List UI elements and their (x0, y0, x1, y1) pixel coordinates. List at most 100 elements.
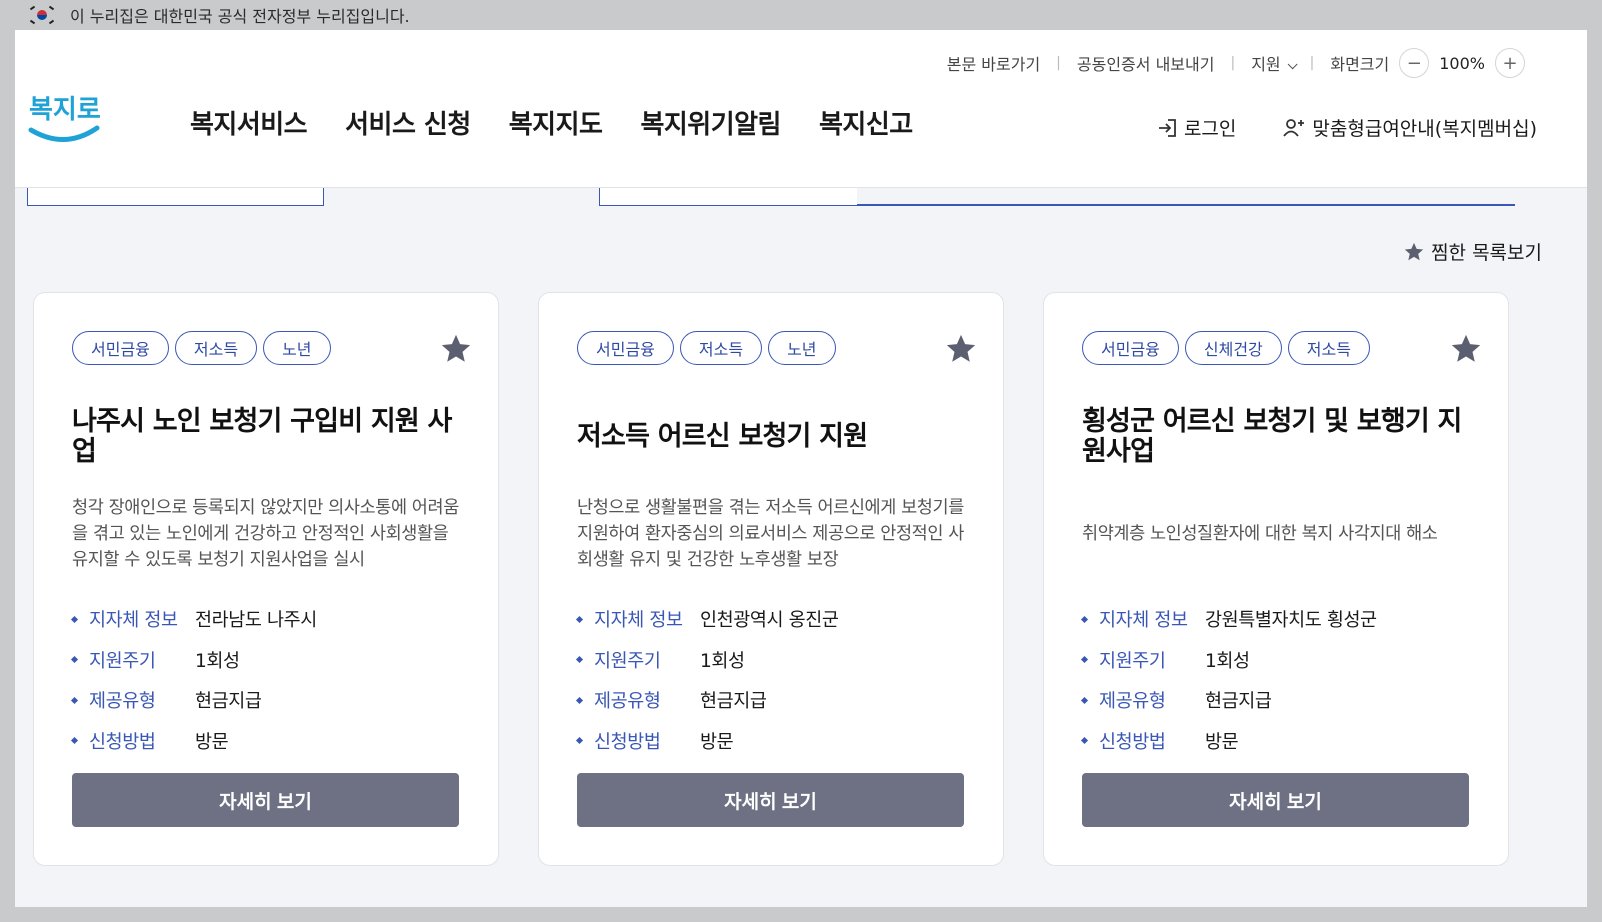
card-desc-wrap: 취약계층 노인성질환자에 대한 복지 사각지대 해소 (1082, 493, 1470, 575)
korea-flag-icon (29, 5, 55, 25)
nav-welfare-map[interactable]: 복지지도 (509, 104, 603, 141)
zoom-in-button[interactable]: + (1495, 48, 1525, 78)
info-value: 방문 (700, 731, 734, 753)
tag[interactable]: 서민금융 (1082, 331, 1179, 365)
info-row: 지원주기 1회성 (70, 640, 460, 681)
bullet-icon (70, 696, 79, 704)
tab-middle[interactable] (599, 188, 857, 206)
tag[interactable]: 서민금융 (577, 331, 674, 365)
bullet-icon (575, 656, 584, 664)
bullet-icon (575, 696, 584, 704)
star-icon (1451, 334, 1481, 362)
info-row: 신청방법 방문 (1080, 721, 1470, 762)
card-title-wrap: 나주시 노인 보청기 구입비 지원 사업 (72, 399, 460, 475)
gov-banner-text[interactable]: 이 누리집은 대한민국 공식 전자정부 누리집입니다. (70, 3, 410, 27)
nav-service-apply[interactable]: 서비스 신청 (345, 104, 471, 141)
view-detail-button[interactable]: 자세히 보기 (1082, 773, 1469, 827)
info-row: 지원주기 1회성 (1080, 640, 1470, 681)
favorite-star-button[interactable] (438, 331, 474, 367)
tag[interactable]: 저소득 (174, 331, 258, 365)
chevron-down-icon (1287, 59, 1298, 70)
card-title[interactable]: 횡성군 어르신 보청기 및 보행기 지원사업 (1082, 407, 1470, 467)
card-title[interactable]: 저소득 어르신 보청기 지원 (577, 422, 868, 452)
card-title-wrap: 횡성군 어르신 보청기 및 보행기 지원사업 (1082, 399, 1470, 475)
support-dropdown[interactable]: 지원 (1251, 51, 1298, 75)
info-key: 신청방법 (594, 731, 661, 753)
main-nav: 복지서비스 서비스 신청 복지지도 복지위기알림 복지신고 (190, 104, 951, 141)
service-card-list: 서민금융 저소득 노년 나주시 노인 보청기 구입비 지원 사업 청각 장애인으… (33, 292, 1509, 866)
info-key: 신청방법 (89, 731, 156, 753)
tag[interactable]: 저소득 (1287, 331, 1370, 365)
star-icon (1404, 242, 1424, 260)
nav-crisis-alert[interactable]: 복지위기알림 (640, 104, 781, 141)
user-add-icon (1283, 118, 1305, 137)
info-value: 방문 (195, 731, 229, 753)
info-row: 신청방법 방문 (575, 721, 965, 762)
star-icon (441, 334, 471, 362)
skip-to-content-link[interactable]: 본문 바로가기 (947, 51, 1040, 75)
support-label: 지원 (1251, 55, 1281, 74)
info-key: 지자체 정보 (89, 610, 178, 632)
card-info: 지자체 정보 강원특별자치도 횡성군 지원주기 1회성 제공유형 현금지급 신청방법 방… (1080, 599, 1470, 762)
info-value: 1회성 (700, 650, 745, 672)
view-detail-button[interactable]: 자세히 보기 (72, 773, 459, 827)
info-row: 지자체 정보 전라남도 나주시 (70, 599, 460, 640)
favorite-star-button[interactable] (943, 331, 979, 367)
bullet-icon (1080, 656, 1089, 664)
favorites-link[interactable]: 찜한 목록보기 (1403, 238, 1542, 265)
card-description: 난청으로 생활불편을 겪는 저소득 어르신에게 보청기를 지원하여 환자중심의 … (577, 498, 964, 570)
info-key: 제공유형 (594, 691, 661, 713)
view-detail-button[interactable]: 자세히 보기 (577, 773, 964, 827)
info-value: 현금지급 (1205, 691, 1272, 713)
divider: | (1309, 55, 1315, 71)
nav-welfare-services[interactable]: 복지서비스 (190, 104, 308, 141)
export-cert-link[interactable]: 공동인증서 내보내기 (1077, 51, 1215, 75)
tag[interactable]: 서민금융 (72, 331, 169, 365)
info-row: 지원주기 1회성 (575, 640, 965, 681)
tag-list: 서민금융 신체건강 저소득 (1082, 331, 1470, 365)
card-info: 지자체 정보 전라남도 나주시 지원주기 1회성 제공유형 현금지급 신청방법 방문 (70, 599, 460, 761)
info-row: 제공유형 현금지급 (70, 680, 460, 721)
page: 본문 바로가기 | 공동인증서 내보내기 | 지원 | 화면크기 − 100% … (15, 30, 1587, 907)
tab-left[interactable] (27, 188, 324, 206)
tab-strip (15, 188, 1587, 208)
login-icon (1158, 118, 1176, 137)
info-value: 1회성 (195, 650, 240, 672)
bullet-icon (1080, 615, 1089, 623)
bullet-icon (70, 656, 79, 664)
info-key: 지원주기 (594, 650, 661, 672)
info-value: 강원특별자치도 횡성군 (1205, 610, 1377, 632)
nav-welfare-report[interactable]: 복지신고 (819, 104, 913, 141)
tag-list: 서민금융 저소득 노년 (577, 331, 965, 365)
service-card: 서민금융 신체건강 저소득 횡성군 어르신 보청기 및 보행기 지원사업 취약계… (1043, 292, 1509, 866)
tag[interactable]: 노년 (768, 331, 836, 365)
bullet-icon (1080, 696, 1089, 704)
login-link[interactable]: 로그인 (1156, 114, 1236, 141)
card-desc-wrap: 난청으로 생활불편을 겪는 저소득 어르신에게 보청기를 지원하여 환자중심의 … (577, 493, 965, 575)
svg-text:복지로: 복지로 (29, 95, 101, 125)
info-key: 제공유형 (1099, 691, 1166, 713)
card-title-wrap: 저소득 어르신 보청기 지원 (577, 399, 965, 475)
zoom-value: 100% (1439, 53, 1485, 73)
site-logo[interactable]: 복지로 (25, 88, 105, 158)
info-key: 지자체 정보 (1099, 610, 1188, 632)
card-title[interactable]: 나주시 노인 보청기 구입비 지원 사업 (72, 407, 460, 467)
divider: | (1230, 55, 1236, 71)
card-desc-wrap: 청각 장애인으로 등록되지 않았지만 의사소통에 어려움을 겪고 있는 노인에게… (72, 493, 460, 575)
bullet-icon (575, 615, 584, 623)
favorite-star-button[interactable] (1448, 331, 1484, 367)
bullet-icon (575, 737, 584, 745)
info-key: 지자체 정보 (594, 610, 683, 632)
info-row: 제공유형 현금지급 (1080, 680, 1470, 721)
membership-link[interactable]: 맞춤형급여안내(복지멤버십) (1282, 114, 1537, 141)
membership-label: 맞춤형급여안내(복지멤버십) (1312, 118, 1537, 140)
tag[interactable]: 신체건강 (1184, 331, 1282, 365)
bokjiro-logo-icon: 복지로 (28, 95, 101, 142)
tag[interactable]: 저소득 (679, 331, 763, 365)
zoom-out-button[interactable]: − (1399, 48, 1430, 78)
bullet-icon (70, 615, 79, 623)
tag[interactable]: 노년 (263, 331, 331, 365)
divider: | (1056, 55, 1061, 71)
info-row: 지자체 정보 강원특별자치도 횡성군 (1080, 599, 1470, 640)
card-description: 청각 장애인으로 등록되지 않았지만 의사소통에 어려움을 겪고 있는 노인에게… (72, 498, 459, 570)
